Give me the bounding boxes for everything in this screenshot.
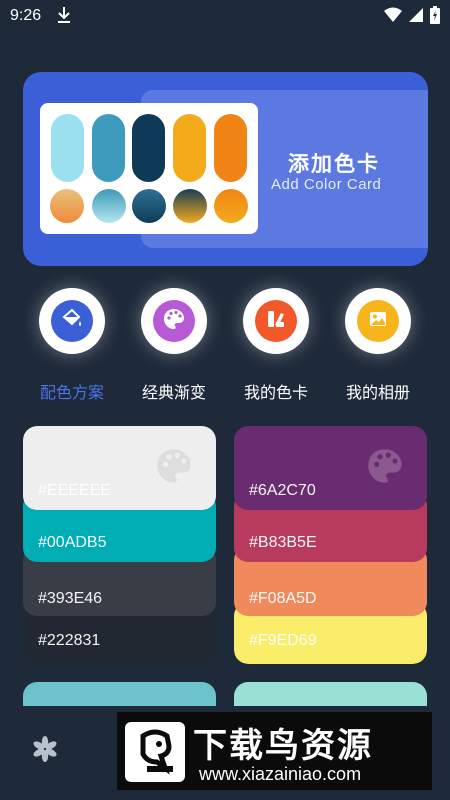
banner-subtitle: Add Color Card bbox=[271, 176, 382, 193]
color-hex-label: #6A2C70 bbox=[249, 482, 316, 499]
gradient-dot bbox=[173, 189, 207, 223]
gradient-dot bbox=[132, 189, 166, 223]
menu-label: 配色方案 bbox=[39, 383, 104, 402]
palette-card[interactable]: #222831 #393E46 #00ADB5 #EEEEEE bbox=[23, 426, 216, 664]
menu-my-color-card[interactable]: 我的色卡 bbox=[226, 288, 326, 404]
gradient-dot bbox=[50, 189, 84, 223]
menu-icon-circle bbox=[39, 288, 105, 354]
watermark-url: www.xiazainiao.com bbox=[199, 764, 362, 784]
add-color-card-banner[interactable]: 添加色卡 Add Color Card bbox=[23, 72, 428, 266]
palette-icon bbox=[365, 446, 405, 490]
menu-icon-bg bbox=[357, 300, 399, 342]
paint-bucket-icon bbox=[61, 308, 83, 334]
menu-icon-bg bbox=[51, 300, 93, 342]
signal-icon bbox=[408, 7, 424, 27]
wifi-icon bbox=[384, 7, 402, 27]
pill-swatch bbox=[92, 114, 125, 182]
color-hex-label: #00ADB5 bbox=[38, 534, 107, 551]
color-hex-label: #222831 bbox=[38, 632, 101, 649]
color-hex-label: #393E46 bbox=[38, 590, 103, 607]
bird-logo-icon bbox=[125, 722, 185, 782]
flower-icon[interactable] bbox=[30, 734, 60, 768]
status-bar: 9:26 bbox=[0, 0, 450, 32]
menu-icon-circle bbox=[141, 288, 207, 354]
color-band: #EEEEEE bbox=[23, 426, 216, 510]
menu-label: 我的相册 bbox=[345, 383, 410, 402]
watermark-title: 下载鸟资源 bbox=[193, 726, 373, 766]
menu-icon-circle bbox=[243, 288, 309, 354]
menu-icon-bg bbox=[255, 300, 297, 342]
menu-label: 我的色卡 bbox=[243, 383, 308, 402]
color-hex-label: #B83B5E bbox=[249, 534, 317, 551]
palette-icon bbox=[162, 307, 186, 335]
color-band: #6A2C70 bbox=[234, 426, 427, 510]
pill-swatch bbox=[51, 114, 84, 182]
palette-card[interactable]: #F9ED69 #F08A5D #B83B5E #6A2C70 bbox=[234, 426, 427, 664]
palette-icon bbox=[154, 446, 194, 490]
gradient-dot bbox=[214, 189, 248, 223]
color-hex-label: #EEEEEE bbox=[38, 482, 111, 499]
banner-title: 添加色卡 bbox=[288, 152, 380, 176]
gradient-dot bbox=[92, 189, 126, 223]
swatch-preview bbox=[40, 103, 258, 234]
pill-swatch bbox=[132, 114, 165, 182]
battery-icon bbox=[430, 6, 440, 28]
color-hex-label: #F08A5D bbox=[249, 590, 317, 607]
menu-my-album[interactable]: 我的相册 bbox=[328, 288, 428, 404]
download-icon bbox=[56, 6, 72, 28]
watermark: 下载鸟资源 www.xiazainiao.com bbox=[117, 712, 432, 790]
status-time: 9:26 bbox=[10, 7, 42, 24]
color-hex-label: #F9ED69 bbox=[249, 632, 317, 649]
menu-icon-circle bbox=[345, 288, 411, 354]
pill-swatch bbox=[214, 114, 247, 182]
menu-classic-gradient[interactable]: 经典渐变 bbox=[124, 288, 224, 404]
photo-album-icon bbox=[367, 308, 389, 334]
menu-icon-bg bbox=[153, 300, 195, 342]
pill-swatch bbox=[173, 114, 206, 182]
menu-color-scheme[interactable]: 配色方案 bbox=[22, 288, 122, 404]
menu-label: 经典渐变 bbox=[141, 383, 206, 402]
color-card-icon bbox=[265, 308, 287, 334]
